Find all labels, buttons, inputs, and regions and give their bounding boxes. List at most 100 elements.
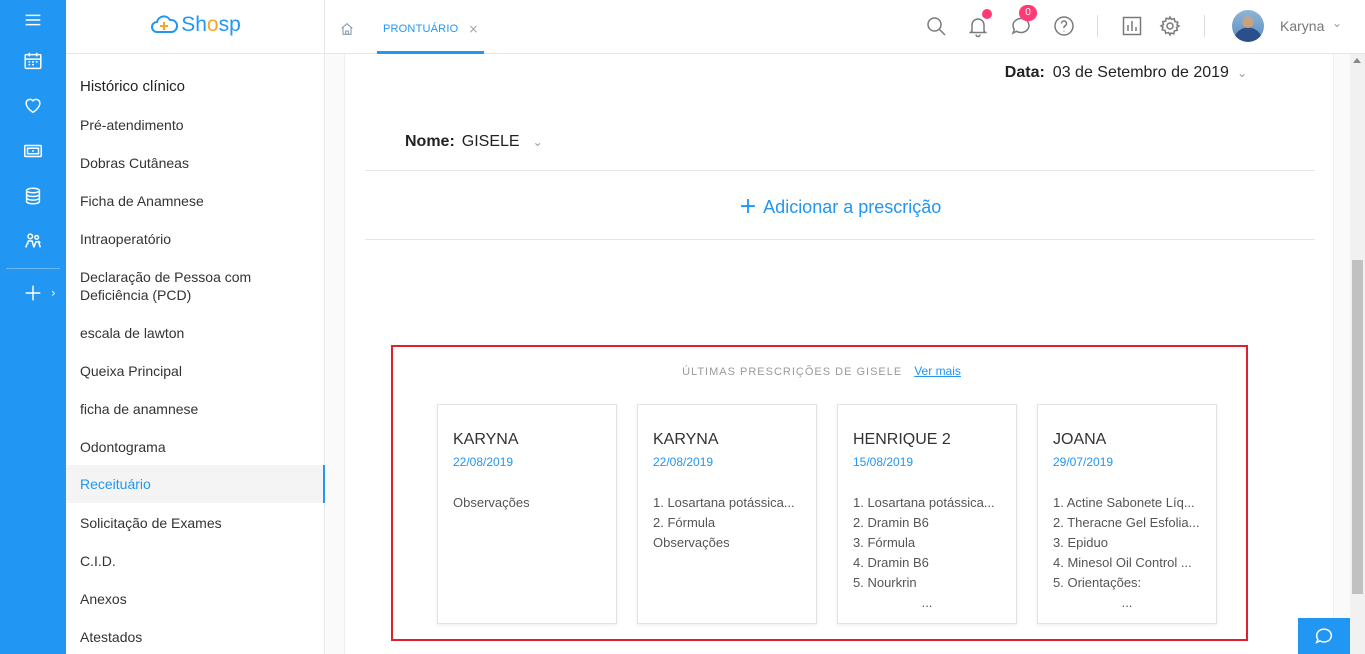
chevron-down-icon: ⌄ — [1236, 66, 1247, 80]
menu-item-atestados[interactable]: Atestados — [66, 628, 325, 646]
brand-logo[interactable]: Shosp — [66, 0, 325, 54]
divider — [365, 239, 1315, 240]
help-icon — [1054, 16, 1074, 36]
date-selector[interactable]: Data: 03 de Setembro de 2019 ⌄ — [1005, 64, 1247, 82]
card-item: 2. Fórmula — [653, 515, 716, 530]
chevron-right-icon[interactable]: › — [51, 286, 56, 300]
divider — [365, 170, 1315, 171]
prescription-card[interactable]: HENRIQUE 2 15/08/2019 1. Losartana potás… — [837, 404, 1017, 624]
menu-item-exames[interactable]: Solicitação de Exames — [66, 514, 325, 532]
menu-item-odontograma[interactable]: Odontograma — [66, 438, 325, 456]
card-item: 2. Theracne Gel Esfolia... — [1053, 515, 1200, 530]
chat-support-icon — [1315, 628, 1333, 644]
card-item: 2. Dramin B6 — [853, 515, 929, 530]
card-doctor-name: JOANA — [1053, 431, 1107, 448]
menu-item-receituario[interactable]: Receituário — [66, 465, 325, 503]
chat-support-button[interactable] — [1298, 618, 1350, 654]
card-items: 1. Losartana potássica... 2. Fórmula Obs… — [653, 493, 805, 553]
menu-item-ficha-anamnese-2[interactable]: ficha de anamnese — [66, 400, 325, 418]
add-prescription-button[interactable]: + Adicionar a prescrição — [345, 194, 1335, 219]
menu-item-pcd[interactable]: Declaração de Pessoa com Deficiência (PC… — [66, 268, 325, 304]
see-more-link[interactable]: Ver mais — [914, 364, 961, 378]
rail-health-button[interactable] — [0, 85, 66, 125]
card-date: 22/08/2019 — [653, 455, 714, 469]
card-more-ellipsis: ... — [1121, 595, 1133, 610]
prescription-card[interactable]: KARYNA 22/08/2019 1. Losartana potássica… — [637, 404, 817, 624]
card-items: 1. Actine Sabonete Líq... 2. Theracne Ge… — [1053, 493, 1205, 593]
header-divider — [1204, 15, 1205, 37]
help-button[interactable] — [1052, 14, 1076, 38]
notification-dot — [982, 9, 992, 19]
scroll-up-arrow[interactable] — [1353, 58, 1361, 63]
card-item: 5. Nourkrin — [853, 575, 917, 590]
app-rail: › — [0, 0, 66, 654]
menu-icon — [25, 14, 41, 26]
menu-item-ficha-anamnese[interactable]: Ficha de Anamnese — [66, 192, 325, 210]
rail-calendar-button[interactable] — [0, 41, 66, 81]
add-prescription-label: Adicionar a prescrição — [763, 197, 942, 217]
settings-button[interactable] — [1158, 14, 1182, 38]
menu-item-dobras[interactable]: Dobras Cutâneas — [66, 154, 325, 172]
card-doctor-name: KARYNA — [653, 431, 719, 448]
messages-count-badge: 0 — [1019, 5, 1037, 21]
heart-icon — [25, 98, 41, 114]
card-item: 1. Actine Sabonete Líq... — [1053, 495, 1195, 510]
card-item: 1. Losartana potássica... — [653, 495, 795, 510]
header-divider — [1097, 15, 1098, 37]
card-items: 1. Losartana potássica... 2. Dramin B6 3… — [853, 493, 1005, 593]
home-icon — [341, 22, 353, 35]
card-doctor-name: HENRIQUE 2 — [853, 431, 951, 448]
reports-button[interactable] — [1120, 14, 1144, 38]
card-date: 22/08/2019 — [453, 455, 514, 469]
date-label: Data: — [1004, 64, 1045, 81]
chevron-down-icon: ⌄ — [532, 135, 543, 149]
users-icon — [24, 233, 42, 248]
chevron-down-icon[interactable]: ⌄ — [1332, 16, 1342, 30]
search-button[interactable] — [924, 14, 948, 38]
notifications-button[interactable] — [966, 9, 992, 38]
card-item: 3. Epiduo — [1053, 535, 1108, 550]
scrollbar-thumb[interactable] — [1352, 260, 1363, 594]
menu-item-anexos[interactable]: Anexos — [66, 590, 325, 608]
date-value: 03 de Setembro de 2019 — [1052, 64, 1229, 81]
record-sections-menu: Histórico clínico Pré-atendimento Dobras… — [66, 54, 325, 654]
rail-users-button[interactable] — [0, 221, 66, 261]
calendar-icon — [24, 52, 42, 70]
database-icon — [25, 187, 41, 205]
tab-prontuario[interactable]: PRONTUÁRIO × — [377, 0, 485, 54]
chart-icon — [1122, 16, 1142, 36]
menu-toggle-button[interactable] — [0, 0, 66, 40]
menu-item-historico[interactable]: Histórico clínico — [66, 78, 325, 96]
messages-button[interactable]: 0 — [1009, 5, 1037, 38]
cloud-cross-icon — [151, 15, 179, 33]
card-item: 1. Losartana potássica... — [853, 495, 995, 510]
rail-finance-button[interactable] — [0, 131, 66, 171]
plus-icon — [25, 285, 41, 301]
card-doctor-name: KARYNA — [453, 431, 519, 448]
recent-prescriptions: ÚLTIMAS PRESCRIÇÕES DE GISELE Ver mais KA… — [391, 345, 1248, 641]
money-icon — [24, 144, 42, 158]
prescription-card[interactable]: KARYNA 22/08/2019 Observações — [437, 404, 617, 624]
card-date: 15/08/2019 — [853, 455, 914, 469]
menu-item-lawton[interactable]: escala de lawton — [66, 324, 325, 342]
home-tab[interactable] — [339, 18, 367, 40]
menu-item-queixa[interactable]: Queixa Principal — [66, 362, 325, 380]
card-item: 3. Fórmula — [853, 535, 916, 550]
menu-item-cid[interactable]: C.I.D. — [66, 552, 325, 570]
menu-item-pre-atendimento[interactable]: Pré-atendimento — [66, 116, 325, 134]
rail-add-button[interactable] — [0, 273, 66, 313]
page-scrollbar[interactable] — [1350, 54, 1365, 654]
avatar[interactable] — [1232, 10, 1264, 42]
menu-item-intraoperatorio[interactable]: Intraoperatório — [66, 230, 325, 248]
card-item: 5. Orientações: — [1053, 575, 1142, 590]
card-item: Observações — [453, 495, 530, 510]
close-icon[interactable]: × — [468, 22, 478, 36]
name-label: Nome: — [405, 133, 455, 150]
user-name[interactable]: Karyna — [1280, 18, 1324, 34]
patient-selector[interactable]: Nome: GISELE ⌄ — [405, 133, 543, 151]
prescription-card[interactable]: JOANA 29/07/2019 1. Actine Sabonete Líq.… — [1037, 404, 1217, 624]
rail-database-button[interactable] — [0, 176, 66, 216]
card-items: Observações — [453, 493, 605, 513]
search-icon — [927, 17, 946, 36]
card-more-ellipsis: ... — [921, 595, 933, 610]
